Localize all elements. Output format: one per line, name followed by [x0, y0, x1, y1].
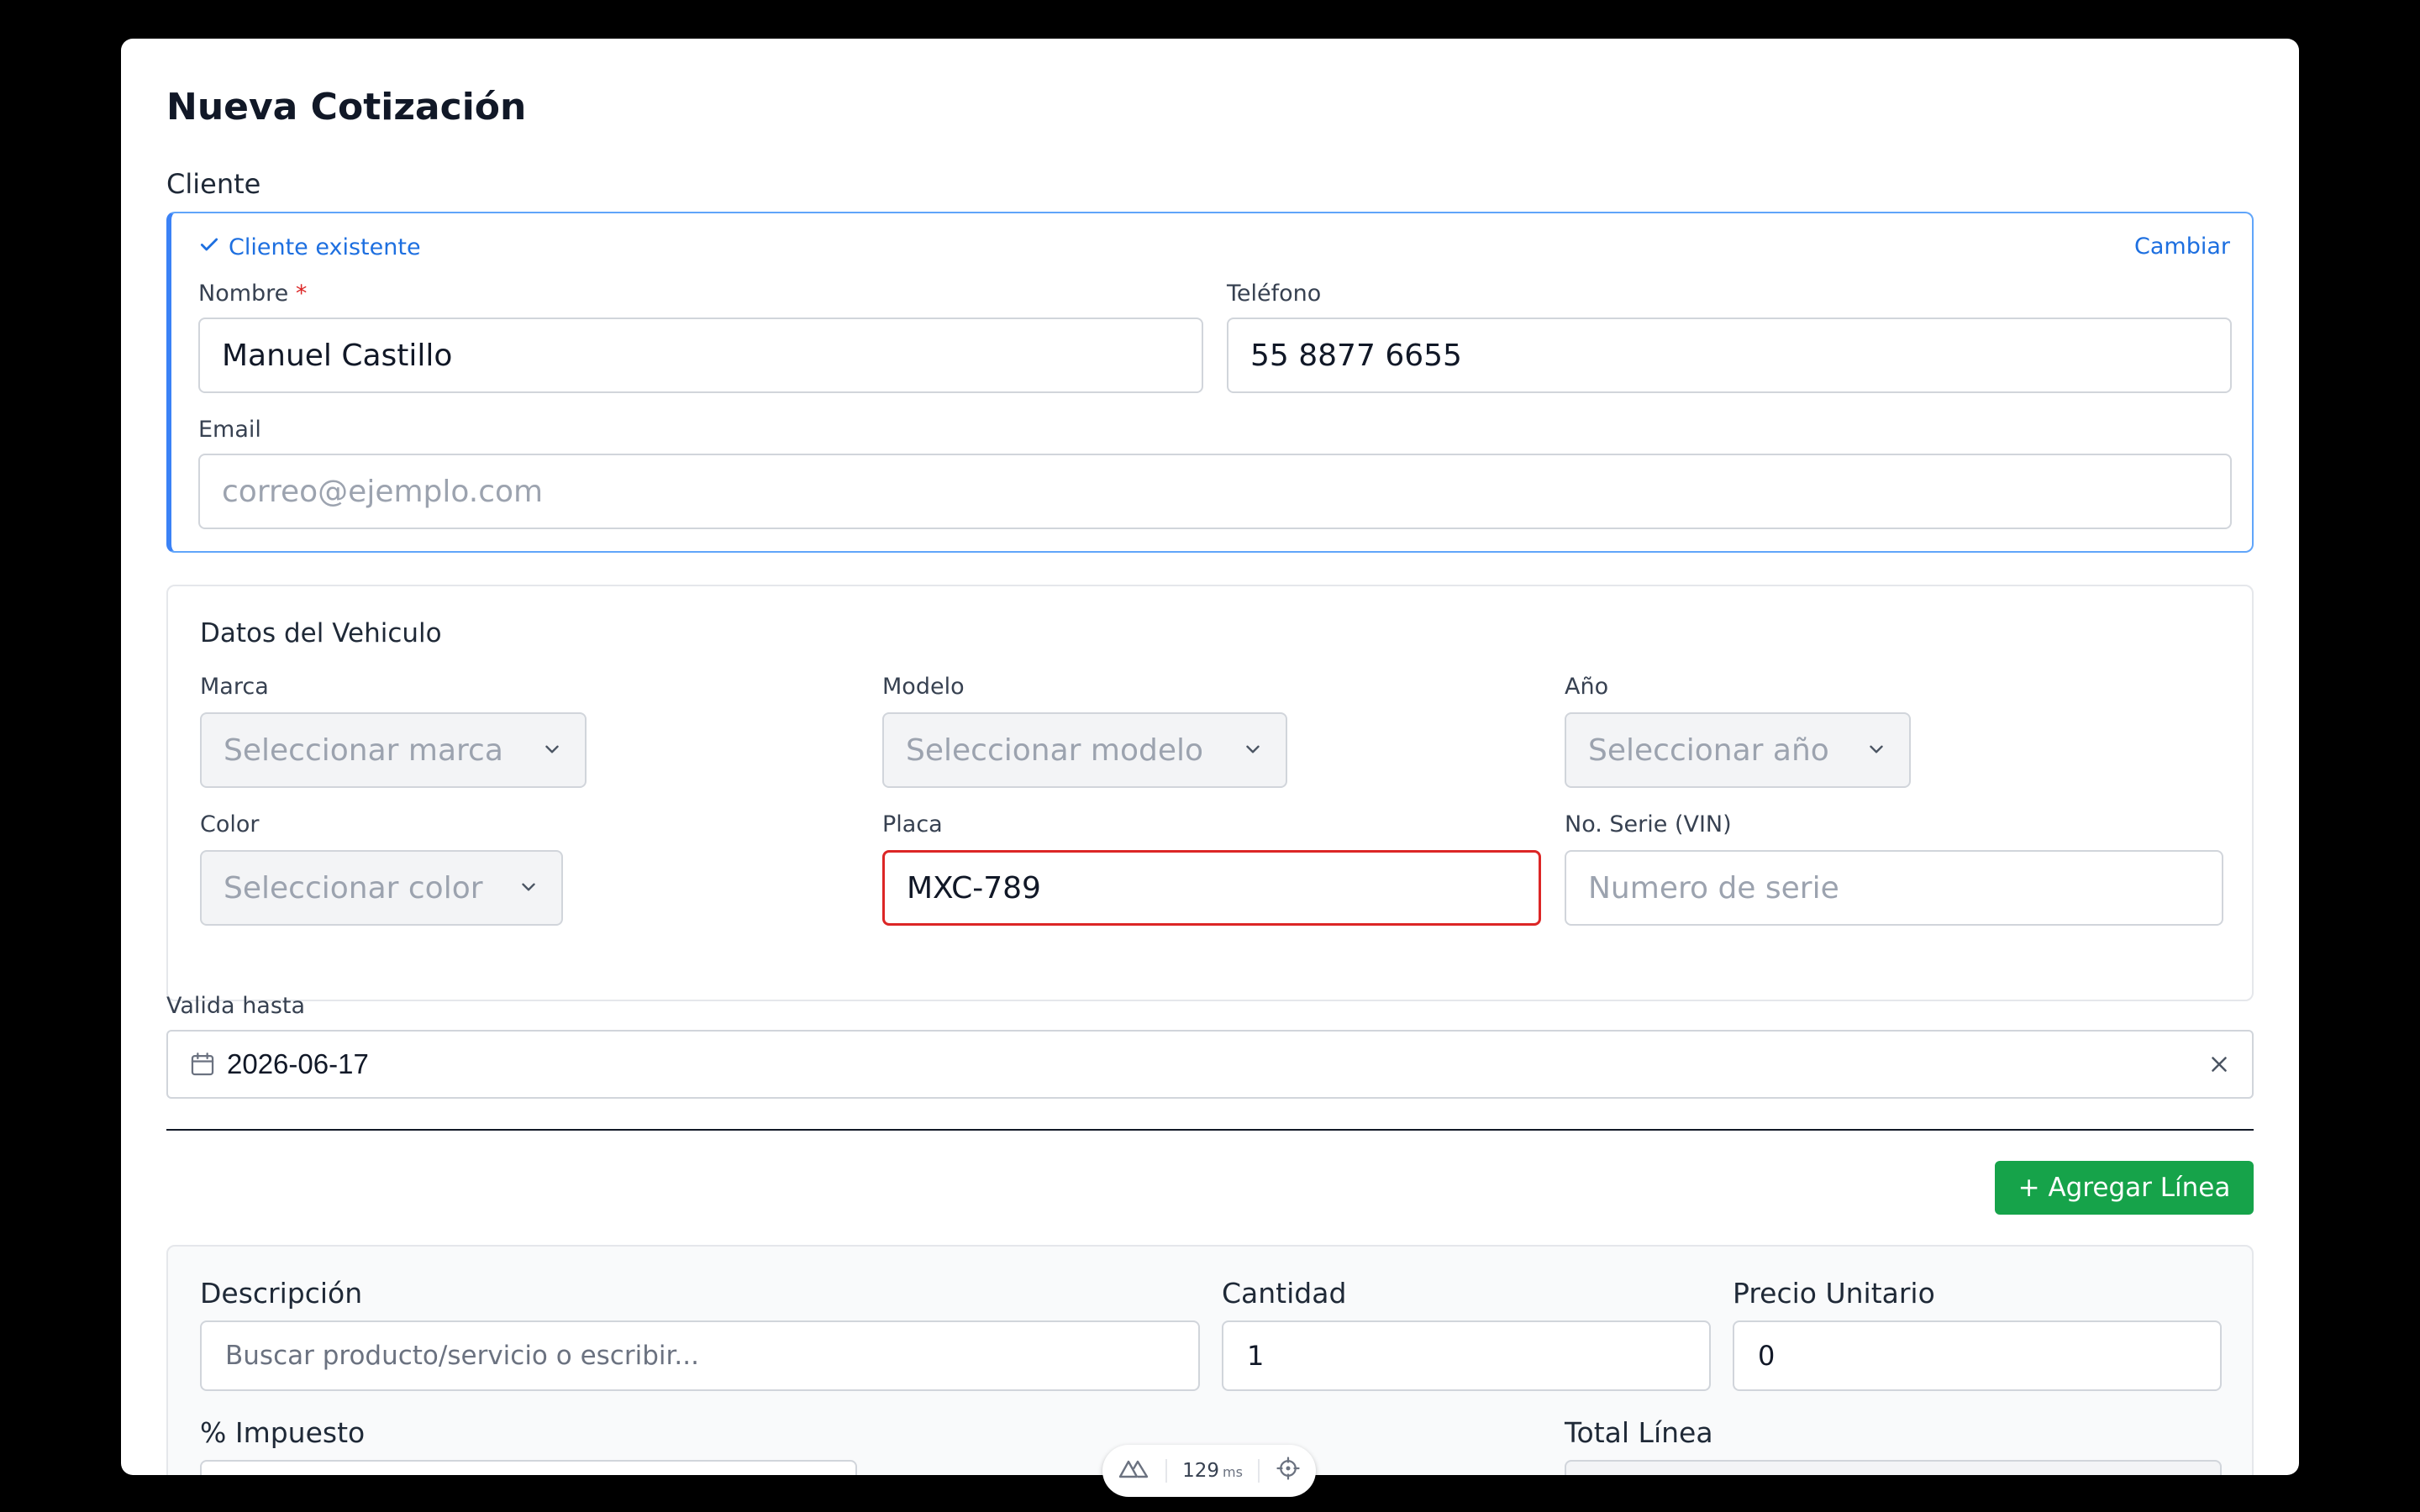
year-label: Año: [1565, 674, 1609, 700]
year-select-value: Seleccionar año: [1588, 732, 1829, 768]
page-title: Nueva Cotización: [166, 86, 527, 129]
plate-label: Placa: [882, 811, 943, 837]
phone-label: Teléfono: [1227, 281, 1322, 307]
vehicle-card: Datos del Vehiculo Marca Seleccionar mar…: [166, 585, 2254, 1001]
unit-price-input[interactable]: 0: [1733, 1320, 2222, 1391]
valid-until-label: Valida hasta: [166, 993, 306, 1019]
close-icon[interactable]: [2207, 1052, 2232, 1077]
quote-modal: Nueva Cotización Cliente Cliente existen…: [121, 39, 2299, 1475]
tax-input[interactable]: [200, 1460, 857, 1475]
check-icon: [198, 234, 220, 261]
description-input[interactable]: Buscar producto/servicio o escribir...: [200, 1320, 1200, 1391]
required-marker: *: [295, 281, 308, 307]
chevron-down-icon: [528, 733, 563, 768]
color-label: Color: [200, 811, 260, 837]
client-section-label: Cliente: [166, 168, 261, 200]
separator: [1165, 1459, 1167, 1483]
brand-label: Marca: [200, 674, 269, 700]
model-select[interactable]: Seleccionar modelo: [882, 712, 1287, 788]
year-select[interactable]: Seleccionar año: [1565, 712, 1911, 788]
color-select-value: Seleccionar color: [224, 870, 483, 906]
name-label: Nombre *: [198, 281, 307, 307]
line-item-card: Descripción Buscar producto/servicio o e…: [166, 1245, 2254, 1475]
vehicle-section-title: Datos del Vehiculo: [200, 618, 442, 648]
calendar-icon: [188, 1050, 217, 1079]
email-input[interactable]: correo@ejemplo.com: [198, 454, 2232, 529]
chevron-down-icon: [1852, 733, 1887, 768]
add-line-button[interactable]: + Agregar Línea: [1995, 1161, 2254, 1215]
brand-select[interactable]: Seleccionar marca: [200, 712, 587, 788]
render-time-value: 129: [1182, 1460, 1219, 1482]
quantity-input[interactable]: 1: [1222, 1320, 1711, 1391]
phone-input[interactable]: 55 8877 6655: [1227, 318, 2232, 393]
devtools-bar[interactable]: 129 ms: [1102, 1445, 1316, 1497]
nuxt-logo-icon[interactable]: [1118, 1457, 1150, 1484]
render-time-unit: ms: [1222, 1464, 1243, 1480]
valid-until-date-picker[interactable]: 2026-06-17: [166, 1030, 2254, 1099]
render-time: 129 ms: [1182, 1460, 1243, 1482]
line-total-label: Total Línea: [1565, 1416, 1713, 1449]
tax-label: % Impuesto: [200, 1416, 366, 1449]
client-status-text: Cliente existente: [229, 234, 421, 260]
divider: [166, 1129, 2254, 1131]
description-label: Descripción: [200, 1277, 363, 1310]
unit-price-label: Precio Unitario: [1733, 1277, 1935, 1310]
chevron-down-icon: [504, 871, 539, 906]
separator: [1258, 1459, 1260, 1483]
client-card: Cliente existente Cambiar Nombre * Manue…: [166, 212, 2254, 553]
quote-form: Nueva Cotización Cliente Cliente existen…: [166, 39, 2254, 1475]
valid-until-value: 2026-06-17: [227, 1048, 369, 1079]
brand-select-value: Seleccionar marca: [224, 732, 503, 768]
vin-label: No. Serie (VIN): [1565, 811, 1732, 837]
change-client-link[interactable]: Cambiar: [2134, 234, 2230, 260]
vin-input[interactable]: Numero de serie: [1565, 850, 2223, 926]
model-select-value: Seleccionar modelo: [906, 732, 1204, 768]
model-label: Modelo: [882, 674, 965, 700]
quantity-label: Cantidad: [1222, 1277, 1347, 1310]
email-label: Email: [198, 417, 261, 443]
client-status: Cliente existente: [198, 234, 421, 261]
line-total-field: [1565, 1460, 2222, 1475]
plate-input[interactable]: MXC-789: [882, 850, 1541, 926]
crosshair-icon[interactable]: [1276, 1456, 1301, 1486]
chevron-down-icon: [1228, 733, 1264, 768]
name-input[interactable]: Manuel Castillo: [198, 318, 1203, 393]
name-label-text: Nombre: [198, 281, 289, 307]
color-select[interactable]: Seleccionar color: [200, 850, 563, 926]
